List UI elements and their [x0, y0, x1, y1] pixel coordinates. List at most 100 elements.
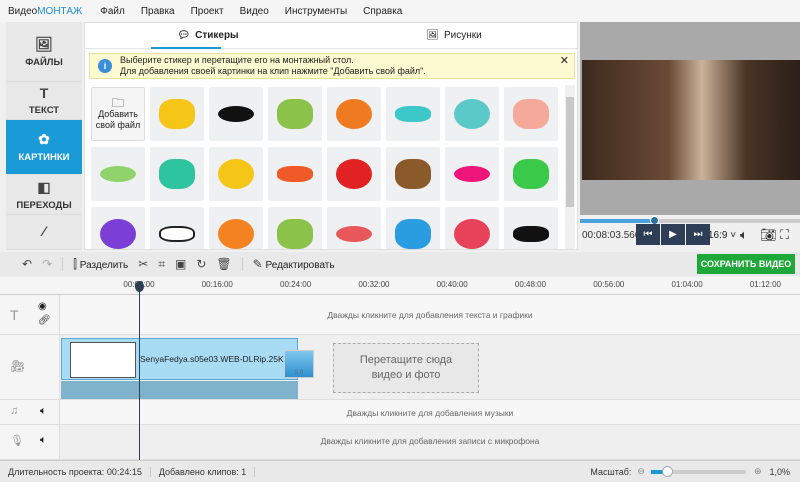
text-icon: T [39, 85, 49, 101]
sticker-item[interactable] [268, 207, 322, 249]
sticker-shape [513, 99, 549, 129]
sticker-item[interactable] [327, 207, 381, 249]
menu-help[interactable]: Справка [355, 6, 410, 17]
sticker-item[interactable] [268, 87, 322, 141]
sidebar-label: ФАЙЛЫ [25, 56, 63, 68]
sticker-item[interactable] [445, 207, 499, 249]
project-duration: Длительность проекта: 00:24:15 [0, 466, 151, 477]
eye-icon[interactable]: ◉ [38, 301, 47, 312]
sticker-item[interactable] [386, 147, 440, 201]
sticker-item[interactable] [150, 207, 204, 249]
sidebar-item-text[interactable]: T ТЕКСТ [6, 82, 82, 120]
speaker-icon[interactable]: 🔈︎ [40, 434, 47, 447]
menu-video[interactable]: Видео [232, 6, 277, 17]
scale-label: Масштаб: [590, 466, 632, 477]
add-own-file-button[interactable]: 🗀 Добавить свой файл [91, 87, 145, 141]
playhead[interactable] [139, 283, 140, 460]
play-button[interactable]: ▶ [661, 224, 685, 245]
speaker-icon[interactable]: 🔈︎ [40, 405, 47, 418]
sticker-item[interactable] [386, 207, 440, 249]
edit-toolbar: ↶ ↷ ⫿ Разделить ✂ ⌗ ▣ ↻ 🗑︎ ✎ Редактирова… [0, 252, 800, 276]
sticker-item[interactable] [91, 147, 145, 201]
sticker-shape [218, 219, 254, 249]
sticker-shape [513, 159, 549, 189]
sidebar-label: ПЕРЕХОДЫ [16, 199, 72, 211]
sticker-shape [100, 166, 136, 182]
sticker-item[interactable] [445, 147, 499, 201]
cut-icon[interactable]: ✂ [138, 257, 148, 271]
frame-icon[interactable]: ▣ [175, 257, 186, 271]
preview-panel: 00:08:03.560 ⏮ ▶ ⏭ 16:9 ˅ 🔈︎ 📷︎ ⛶ [580, 22, 800, 250]
previous-button[interactable]: ⏮ [636, 224, 660, 245]
sticker-item[interactable] [327, 87, 381, 141]
sticker-shape [277, 219, 313, 249]
text-track[interactable]: T ◉ 🔗︎ Дважды кликните для добавления текс… [0, 295, 800, 335]
ruler-tick: 00:32:00 [358, 280, 390, 289]
tab-label: Рисунки [443, 30, 482, 41]
image-icon: 🖼 [35, 35, 53, 52]
tab-label: Стикеры [195, 30, 239, 41]
save-video-button[interactable]: СОХРАНИТЬ ВИДЕО [697, 254, 795, 274]
sticker-item[interactable] [386, 87, 440, 141]
menu-bar: ВидеоМОНТАЖ Файл Правка Проект Видео Инс… [0, 0, 800, 22]
sticker-item[interactable] [209, 147, 263, 201]
sticker-item[interactable] [209, 87, 263, 141]
sticker-item[interactable] [150, 87, 204, 141]
sticker-item[interactable] [504, 87, 558, 141]
sticker-item[interactable] [504, 207, 558, 249]
undo-icon[interactable]: ↶ [22, 257, 32, 271]
transition-marker[interactable]: 2.0 [284, 350, 314, 378]
preview-progress[interactable] [580, 216, 800, 225]
zoom-in-icon[interactable]: ⊕ [754, 466, 762, 477]
sidebar-item-pictures[interactable]: ✿ КАРТИНКИ [6, 120, 82, 175]
menu-tools[interactable]: Инструменты [277, 6, 355, 17]
sticker-shape [454, 166, 490, 182]
sidebar: 🖼 ФАЙЛЫ T ТЕКСТ ✿ КАРТИНКИ ◧ ПЕРЕХОДЫ ⁄ [6, 22, 82, 250]
tab-stickers[interactable]: 💬︎ Стикеры [85, 23, 331, 48]
sidebar-item-effects[interactable]: ⁄ [6, 215, 82, 250]
volume-icon[interactable]: 🔈︎ [740, 227, 748, 243]
scale-value: 1,0% [769, 466, 790, 477]
menu-project[interactable]: Проект [183, 6, 232, 17]
sticker-item[interactable] [91, 207, 145, 249]
video-clip[interactable]: SenyaFedya.s05e03.WEB-DLRip.25Kuzmich [61, 338, 298, 380]
tab-drawings[interactable]: 🖼 Рисунки [331, 23, 577, 48]
fullscreen-icon[interactable]: ⛶ [780, 227, 789, 243]
transition-icon: ◧ [37, 178, 51, 195]
menu-file[interactable]: Файл [92, 6, 133, 17]
camera-icon[interactable]: 📷︎ [760, 227, 777, 243]
split-icon: ⫿ [73, 256, 77, 271]
sidebar-item-files[interactable]: 🖼 ФАЙЛЫ [6, 22, 82, 82]
sticker-grid: 🗀 Добавить свой файл [89, 85, 563, 249]
rotate-icon[interactable]: ↻ [196, 257, 206, 271]
split-button[interactable]: ⫿ Разделить [73, 257, 128, 272]
sticker-item[interactable] [150, 147, 204, 201]
close-icon[interactable]: ✕ [560, 56, 569, 67]
menu-edit[interactable]: Правка [133, 6, 183, 17]
next-button[interactable]: ⏭ [686, 224, 710, 245]
music-track[interactable]: ♫ 🔈︎ Дважды кликните для добавления музык… [0, 400, 800, 425]
edit-button[interactable]: ✎ Редактировать [253, 257, 335, 271]
aspect-ratio-select[interactable]: 16:9 ˅ [708, 230, 736, 241]
scrollbar[interactable] [565, 85, 575, 249]
timeline-ruler[interactable]: 00:08:0000:16:0000:24:0000:32:0000:40:00… [0, 277, 800, 295]
microphone-track[interactable]: 🎙︎ 🔈︎ Дважды кликните для добавления запи… [0, 425, 800, 460]
sticker-item[interactable] [268, 147, 322, 201]
sticker-shape [218, 159, 254, 189]
sticker-item[interactable] [209, 207, 263, 249]
zoom-out-icon[interactable]: ⊖ [637, 466, 645, 477]
delete-icon[interactable]: 🗑︎ [216, 257, 231, 271]
drop-zone[interactable]: Перетащите сюда видео и фото [333, 343, 479, 393]
link-icon[interactable]: 🔗︎ [38, 315, 51, 326]
speech-bubble-icon: 💬︎ [177, 30, 191, 41]
sticker-item[interactable] [504, 147, 558, 201]
playhead-handle[interactable] [135, 281, 144, 292]
sticker-item[interactable] [445, 87, 499, 141]
crop-icon[interactable]: ⌗ [158, 257, 165, 272]
sidebar-item-transitions[interactable]: ◧ ПЕРЕХОДЫ [6, 175, 82, 215]
scale-slider[interactable] [650, 465, 746, 477]
status-bar: Длительность проекта: 00:24:15 Добавлено… [0, 460, 800, 482]
clips-count: Добавлено клипов: 1 [151, 466, 256, 477]
redo-icon[interactable]: ↷ [42, 257, 52, 271]
sticker-item[interactable] [327, 147, 381, 201]
